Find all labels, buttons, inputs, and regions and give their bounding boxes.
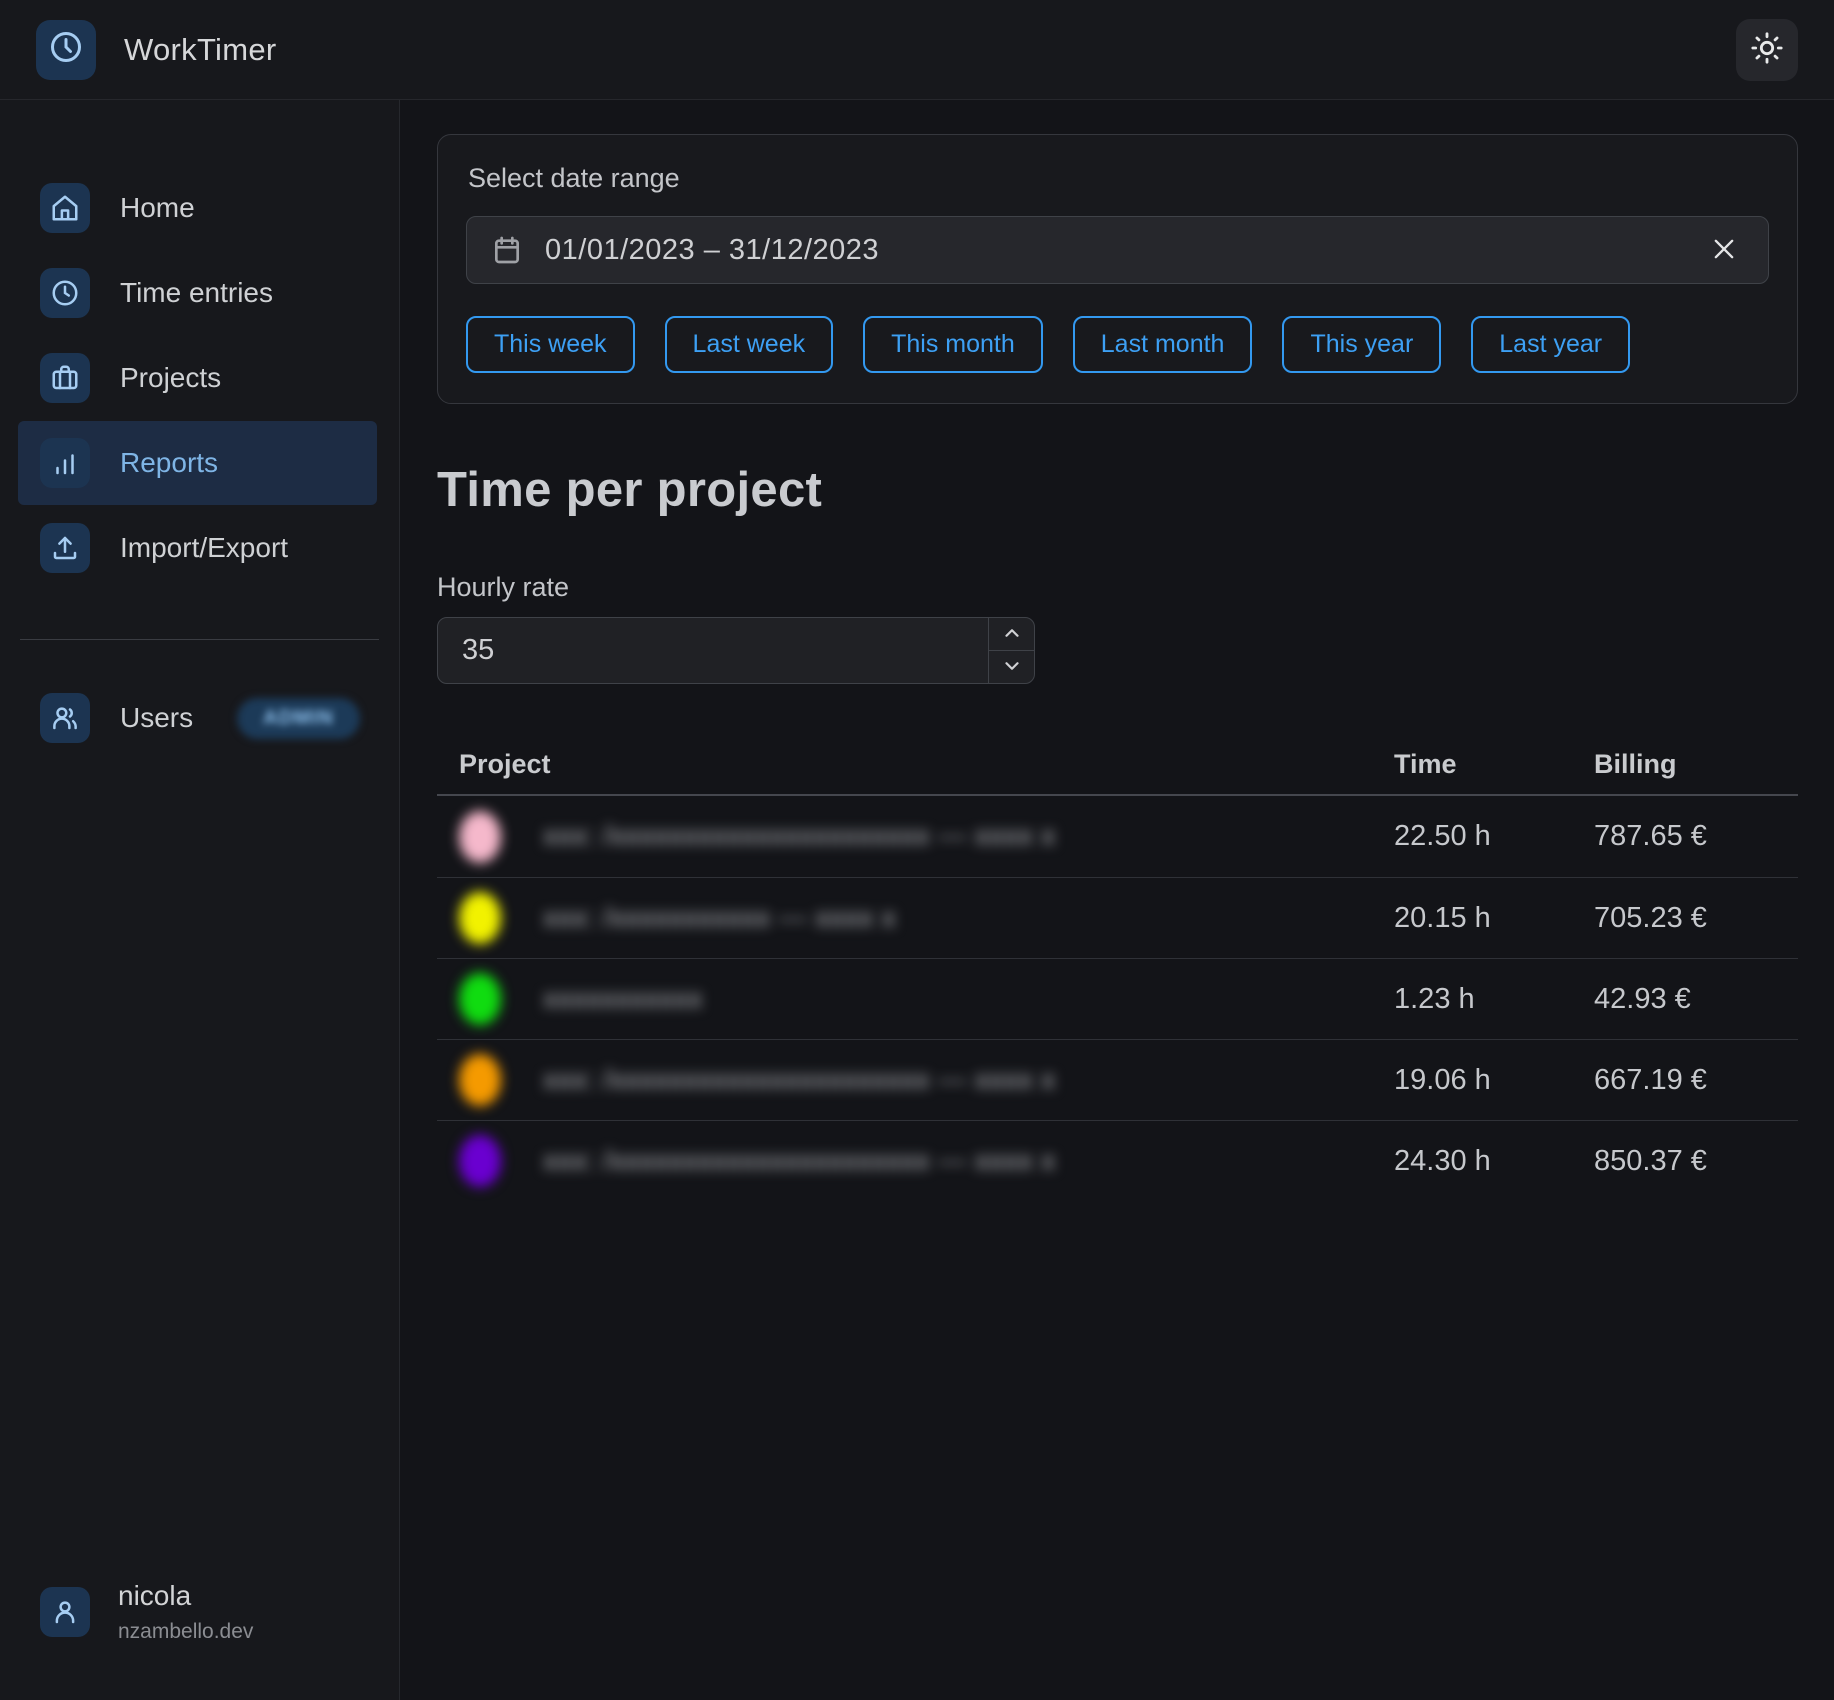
main-content: Select date range 01/01/2023 – 31/12/202… (400, 100, 1834, 1700)
time-per-project-table: Project Time Billing xxx: /xxxxxxxxxxxxx… (437, 734, 1798, 1201)
sidebar-item-label: Reports (120, 447, 218, 479)
topbar: WorkTimer (0, 0, 1834, 100)
table-row[interactable]: xxx: /xxxxxxxxxxxxxxxxxxxxxx — xxxx x 24… (437, 1120, 1798, 1201)
last-week-button[interactable]: Last week (665, 316, 834, 373)
last-month-button[interactable]: Last month (1073, 316, 1253, 373)
current-user[interactable]: nicola nzambello.dev (0, 1580, 399, 1700)
column-header-project: Project (459, 749, 1394, 780)
project-color-dot (459, 811, 501, 863)
last-year-button[interactable]: Last year (1471, 316, 1630, 373)
theme-toggle-button[interactable] (1736, 19, 1798, 81)
project-color-dot (459, 892, 501, 944)
sidebar: Home Time entries Projects Reports (0, 100, 400, 1700)
clear-date-button[interactable] (1702, 227, 1746, 274)
hourly-rate-input[interactable]: 35 (437, 617, 1035, 684)
sidebar-item-users[interactable]: Users ADMIN (0, 676, 399, 760)
clock-icon (40, 268, 90, 318)
table-row[interactable]: xxx: /xxxxxxxxxxxxxxxxxxxxxx — xxxx x 19… (437, 1039, 1798, 1120)
sidebar-item-label: Users (120, 702, 193, 734)
sidebar-item-time-entries[interactable]: Time entries (0, 251, 399, 335)
project-name-blurred: xxx: /xxxxxxxxxxxxxxxxxxxxxx — xxxx x (543, 1145, 1055, 1178)
table-header: Project Time Billing (437, 734, 1798, 796)
sidebar-item-label: Time entries (120, 277, 273, 309)
sidebar-item-label: Home (120, 192, 195, 224)
sidebar-item-label: Projects (120, 362, 221, 394)
hourly-rate-label: Hourly rate (437, 572, 1798, 603)
quick-range-buttons: This week Last week This month Last mont… (466, 316, 1769, 373)
billing-cell: 850.37 € (1594, 1145, 1798, 1178)
date-range-input[interactable]: 01/01/2023 – 31/12/2023 (466, 216, 1769, 284)
sidebar-item-projects[interactable]: Projects (0, 336, 399, 420)
page-title: Time per project (437, 462, 1798, 518)
column-header-billing: Billing (1594, 749, 1798, 780)
bar-chart-icon (40, 438, 90, 488)
close-icon (1710, 235, 1738, 266)
app-title: WorkTimer (124, 32, 277, 68)
chevron-down-icon (1001, 655, 1023, 680)
users-icon (40, 693, 90, 743)
rate-decrement-button[interactable] (989, 650, 1034, 683)
this-week-button[interactable]: This week (466, 316, 635, 373)
briefcase-icon (40, 353, 90, 403)
project-color-dot (459, 1054, 501, 1106)
table-row[interactable]: xxxxxxxxxxx 1.23 h 42.93 € (437, 958, 1798, 1039)
date-range-value: 01/01/2023 – 31/12/2023 (545, 234, 879, 267)
project-name-blurred: xxx: /xxxxxxxxxxx — xxxx x (543, 902, 896, 935)
time-cell: 20.15 h (1394, 902, 1594, 935)
calendar-icon (491, 234, 523, 266)
date-range-label: Select date range (468, 163, 1769, 194)
person-icon (40, 1587, 90, 1637)
this-year-button[interactable]: This year (1282, 316, 1441, 373)
time-cell: 19.06 h (1394, 1064, 1594, 1097)
this-month-button[interactable]: This month (863, 316, 1043, 373)
table-row[interactable]: xxx: /xxxxxxxxxxxxxxxxxxxxxx — xxxx x 22… (437, 796, 1798, 877)
project-color-dot (459, 1135, 501, 1187)
table-body: xxx: /xxxxxxxxxxxxxxxxxxxxxx — xxxx x 22… (437, 796, 1798, 1201)
billing-cell: 667.19 € (1594, 1064, 1798, 1097)
sidebar-item-home[interactable]: Home (0, 166, 399, 250)
sun-icon (1750, 31, 1784, 68)
billing-cell: 42.93 € (1594, 983, 1798, 1016)
sidebar-divider (20, 639, 379, 640)
project-name-blurred: xxxxxxxxxxx (543, 983, 703, 1016)
time-cell: 24.30 h (1394, 1145, 1594, 1178)
billing-cell: 705.23 € (1594, 902, 1798, 935)
clock-icon (48, 29, 84, 70)
sidebar-item-import-export[interactable]: Import/Export (0, 506, 399, 590)
user-name: nicola (118, 1580, 253, 1612)
worktimer-app: WorkTimer Home Time entries (0, 0, 1834, 1700)
user-domain: nzambello.dev (118, 1620, 253, 1644)
hourly-rate-stepper (988, 618, 1034, 683)
table-row[interactable]: xxx: /xxxxxxxxxxx — xxxx x 20.15 h 705.2… (437, 877, 1798, 958)
upload-icon (40, 523, 90, 573)
project-name-blurred: xxx: /xxxxxxxxxxxxxxxxxxxxxx — xxxx x (543, 1064, 1055, 1097)
chevron-up-icon (1001, 622, 1023, 647)
column-header-time: Time (1394, 749, 1594, 780)
project-name-blurred: xxx: /xxxxxxxxxxxxxxxxxxxxxx — xxxx x (543, 820, 1055, 853)
rate-increment-button[interactable] (989, 618, 1034, 650)
home-icon (40, 183, 90, 233)
sidebar-item-label: Import/Export (120, 532, 288, 564)
time-cell: 22.50 h (1394, 820, 1594, 853)
billing-cell: 787.65 € (1594, 820, 1798, 853)
app-logo (36, 20, 96, 80)
project-color-dot (459, 973, 501, 1025)
time-cell: 1.23 h (1394, 983, 1594, 1016)
sidebar-item-reports[interactable]: Reports (18, 421, 377, 505)
admin-role-badge: ADMIN (237, 698, 360, 739)
date-range-panel: Select date range 01/01/2023 – 31/12/202… (437, 134, 1798, 404)
hourly-rate-value: 35 (438, 618, 988, 683)
